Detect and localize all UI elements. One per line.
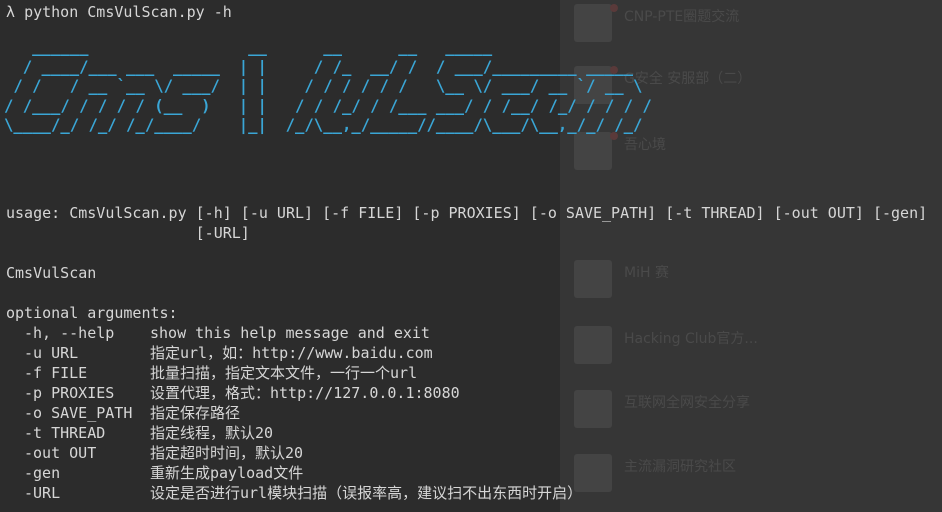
avatar xyxy=(574,132,618,170)
ascii-banner: ______ __ __ __ _____ / ____/___ ___ ___… xyxy=(4,38,652,134)
option-flag: -URL xyxy=(24,484,61,502)
option-row: -u URL 指定url，如：http://www.baidu.com xyxy=(6,343,433,363)
option-row: -p PROXIES 设置代理，格式：http://127.0.0.1:8080 xyxy=(6,383,460,403)
option-row: -out OUT 指定超时时间，默认20 xyxy=(6,443,303,463)
option-row: -t THREAD 指定线程，默认20 xyxy=(6,423,273,443)
command-text: python CmsVulScan.py -h xyxy=(24,3,232,21)
prompt-symbol: λ xyxy=(6,3,16,21)
option-description: 批量扫描，指定文本文件，一行一个url xyxy=(150,364,418,382)
usage-line: usage: CmsVulScan.py [-h] [-u URL] [-f F… xyxy=(6,204,928,222)
option-flag: -gen xyxy=(24,464,61,482)
option-row: -o SAVE_PATH 指定保存路径 xyxy=(6,403,240,423)
option-flag: -u URL xyxy=(24,344,79,362)
option-flag: -h, --help xyxy=(24,324,115,342)
option-row: -gen 重新生成payload文件 xyxy=(6,463,303,483)
background-chat-title: CNP-PTE圈题交流 xyxy=(624,9,740,25)
background-chat-item: MiH 赛 xyxy=(570,256,930,306)
option-flag: -o SAVE_PATH xyxy=(24,404,133,422)
option-flag: -t THREAD xyxy=(24,424,106,442)
background-chat-item: 吾心境 xyxy=(570,128,930,178)
command-line[interactable]: λ python CmsVulScan.py -h xyxy=(6,2,232,22)
usage-line-continued: [-URL] xyxy=(6,224,250,242)
background-chat-title: 主流漏洞研究社区 xyxy=(624,459,736,475)
option-flag: -p PROXIES xyxy=(24,384,115,402)
avatar xyxy=(574,4,618,42)
terminal-window[interactable]: CNP-PTE圈题交流 G安全 安服部（二） 吾心境 MiH 赛 Hacking… xyxy=(0,0,942,512)
section-header: optional arguments: xyxy=(6,304,178,322)
background-chat-title: 吾心境 xyxy=(624,137,666,153)
option-row: -URL 设定是否进行url模块扫描（误报率高，建议扫不出东西时开启） xyxy=(6,483,582,503)
background-chat-title: Hacking Club官方... xyxy=(624,331,758,347)
avatar xyxy=(574,326,612,364)
option-description: 设置代理，格式：http://127.0.0.1:8080 xyxy=(150,384,460,402)
background-chat-title: 互联网全网安全分享 xyxy=(624,395,750,411)
option-flag: -out OUT xyxy=(24,444,97,462)
option-row: -h, --help show this help message and ex… xyxy=(6,323,430,343)
avatar xyxy=(574,260,612,298)
background-chat-item: Hacking Club官方... xyxy=(570,322,930,372)
background-chat-title: MiH 赛 xyxy=(624,265,669,281)
unread-dot xyxy=(610,4,618,12)
background-chat-item: 互联网全网安全分享 xyxy=(570,386,930,436)
option-description: 重新生成payload文件 xyxy=(150,464,304,482)
avatar xyxy=(574,390,612,428)
program-name: CmsVulScan xyxy=(6,264,97,282)
option-description: 设定是否进行url模块扫描（误报率高，建议扫不出东西时开启） xyxy=(150,484,583,502)
option-flag: -f FILE xyxy=(24,364,88,382)
option-description: 指定超时时间，默认20 xyxy=(150,444,304,462)
option-description: 指定线程，默认20 xyxy=(150,424,274,442)
background-chat-item: 主流漏洞研究社区 xyxy=(570,450,930,500)
option-description: 指定保存路径 xyxy=(150,404,241,422)
option-description: show this help message and exit xyxy=(150,324,430,342)
option-row: -f FILE 批量扫描，指定文本文件，一行一个url xyxy=(6,363,417,383)
option-description: 指定url，如：http://www.baidu.com xyxy=(150,344,433,362)
